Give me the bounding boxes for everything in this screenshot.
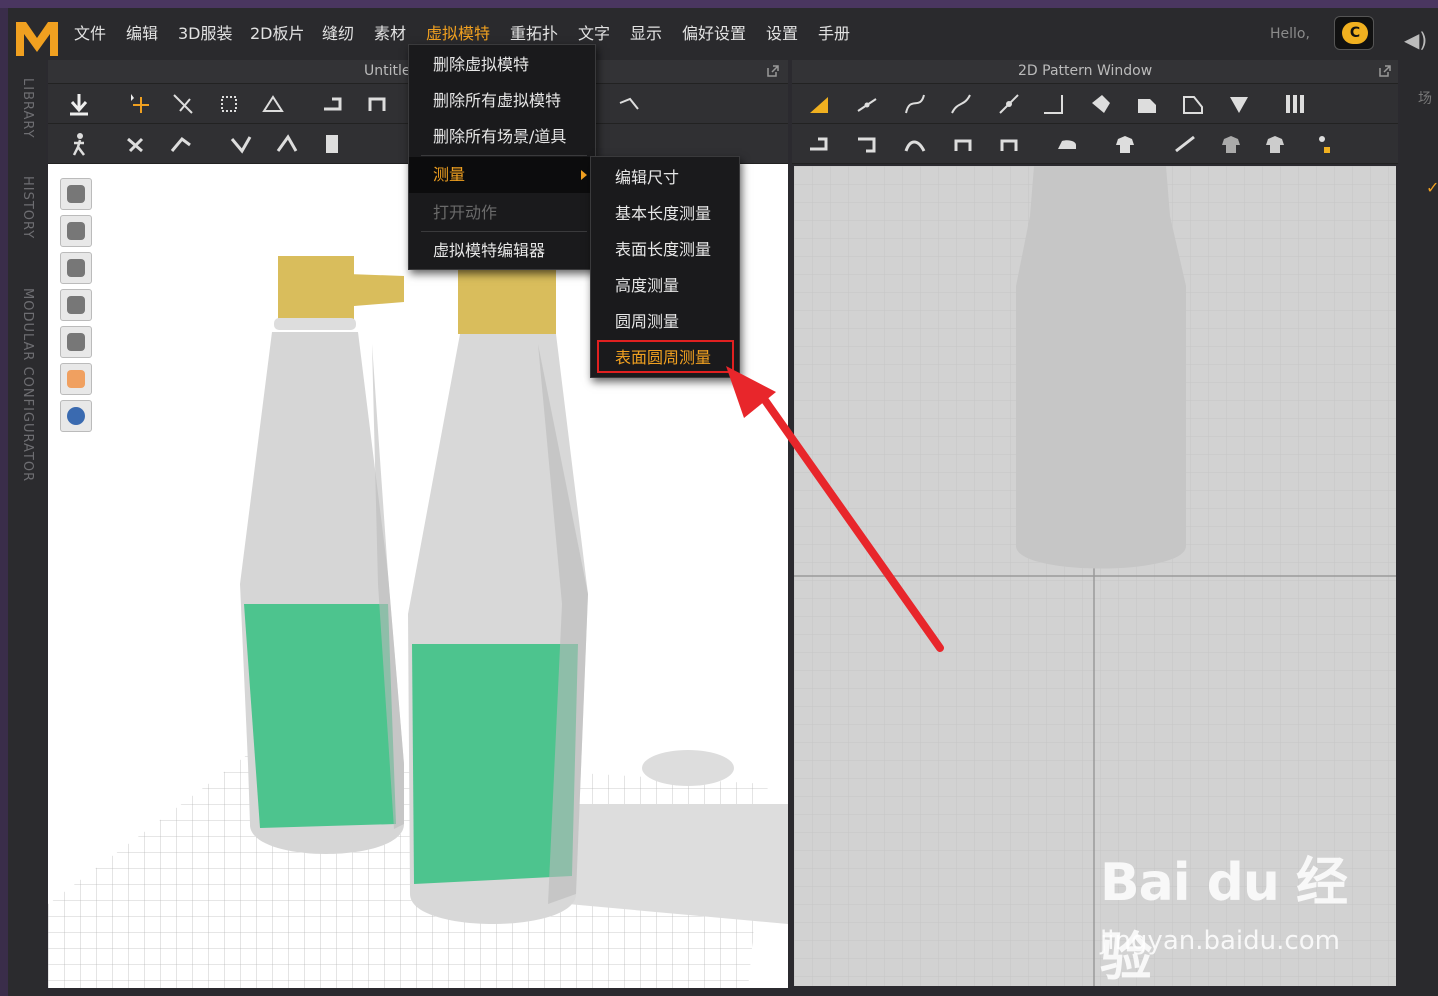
- app-logo-icon: [16, 22, 58, 56]
- fabric-icon[interactable]: [1218, 131, 1244, 157]
- internal-rect-icon[interactable]: [1180, 91, 1206, 117]
- menu-text[interactable]: 文字: [578, 22, 610, 46]
- menu-settings[interactable]: 设置: [766, 22, 798, 46]
- steam-icon[interactable]: [274, 131, 300, 157]
- check-icon: ✓: [1426, 178, 1438, 197]
- menu-preferences[interactable]: 偏好设置: [682, 22, 746, 46]
- menu-display[interactable]: 显示: [630, 22, 662, 46]
- menu-sewing[interactable]: 缝纫: [322, 22, 354, 46]
- seam-link-icon[interactable]: [996, 131, 1022, 157]
- menu-2d-pattern[interactable]: 2D板片: [250, 22, 305, 46]
- menu-item-measure-label: 测量: [433, 165, 466, 184]
- right-panel-label: 场: [1418, 91, 1432, 107]
- right-panel: 场 ✓: [1400, 60, 1438, 996]
- tab-history[interactable]: HISTORY: [20, 176, 35, 239]
- left-vertical-tabs: LIBRARY HISTORY MODULAR CONFIGURATOR: [8, 60, 46, 996]
- avatar-walk-icon[interactable]: [66, 131, 92, 157]
- watermark-url: jingyan.baidu.com: [1100, 926, 1340, 956]
- edit-seam-icon[interactable]: [902, 131, 928, 157]
- measure-icon[interactable]: [616, 91, 642, 117]
- cloud-button[interactable]: C: [1334, 16, 1374, 50]
- menu-item-open-motion: 打开动作: [433, 203, 498, 222]
- menu-item-delete-avatar[interactable]: 删除虚拟模特: [409, 47, 595, 83]
- menu-materials[interactable]: 素材: [374, 22, 406, 46]
- edit-point-icon[interactable]: [854, 91, 880, 117]
- menu-item-delete-all-scenes[interactable]: 删除所有场景/道具: [409, 119, 595, 155]
- baidu-watermark: Bai du 经验 jingyan.baidu.com: [1100, 840, 1380, 988]
- fold-arrange-icon[interactable]: [228, 131, 254, 157]
- submenu-circumference[interactable]: 圆周测量: [591, 304, 739, 340]
- menu-retopology[interactable]: 重拓扑: [510, 22, 558, 46]
- window-left-border: [0, 8, 8, 996]
- texture-icon[interactable]: [1172, 131, 1198, 157]
- dart-icon[interactable]: [1226, 91, 1252, 117]
- add-point-icon[interactable]: [996, 91, 1022, 117]
- tack-icon[interactable]: [122, 131, 148, 157]
- submenu-basic-length[interactable]: 基本长度测量: [591, 196, 739, 232]
- copy-icon[interactable]: [320, 131, 346, 157]
- menu-item-avatar-editor[interactable]: 虚拟模特编辑器: [409, 233, 595, 269]
- free-seam-icon[interactable]: [854, 131, 880, 157]
- user-greeting: Hello,: [1270, 26, 1310, 42]
- menu-separator: [421, 155, 587, 156]
- fold-icon[interactable]: [320, 91, 346, 117]
- select-mesh-icon[interactable]: [170, 91, 196, 117]
- internal-shape-icon[interactable]: [1134, 91, 1160, 117]
- menu-manual[interactable]: 手册: [818, 22, 850, 46]
- pin-icon[interactable]: [168, 131, 194, 157]
- popout-icon[interactable]: [766, 64, 780, 78]
- avatar-dropdown-menu: 删除虚拟模特 删除所有虚拟模特 删除所有场景/道具 测量 打开动作 虚拟模特编辑…: [408, 44, 596, 270]
- menu-bar: 文件 编辑 3D服装 2D板片 缝纫 素材 虚拟模特 重拓扑 文字 显示 偏好设…: [8, 8, 1438, 60]
- show-hide-icon[interactable]: [1310, 131, 1336, 157]
- seam-check-icon[interactable]: [950, 131, 976, 157]
- menu-item-measure[interactable]: 测量: [409, 157, 595, 193]
- select-move-icon[interactable]: [128, 91, 154, 117]
- window-top-border: [0, 0, 1438, 8]
- cloud-icon: C: [1342, 22, 1368, 44]
- tuck-icon[interactable]: [364, 91, 390, 117]
- highlight-box: [597, 340, 734, 373]
- pleat-icon[interactable]: [1284, 91, 1310, 117]
- toolbar-2d-row1: [792, 84, 1398, 124]
- garment-fit-icon[interactable]: [1112, 131, 1138, 157]
- transform-pattern-icon[interactable]: [806, 91, 832, 117]
- edit-curve-icon[interactable]: [902, 91, 928, 117]
- submenu-surface-length[interactable]: 表面长度测量: [591, 232, 739, 268]
- submenu-edit-size[interactable]: 编辑尺寸: [591, 160, 739, 196]
- popout-icon[interactable]: [1378, 64, 1392, 78]
- menu-item-delete-all-avatars[interactable]: 删除所有虚拟模特: [409, 83, 595, 119]
- menu-edit[interactable]: 编辑: [126, 22, 158, 46]
- speaker-icon[interactable]: ◀): [1404, 28, 1427, 52]
- submenu-height[interactable]: 高度测量: [591, 268, 739, 304]
- window-2d-titlebar: 2D Pattern Window: [792, 60, 1398, 84]
- arrow-down-icon[interactable]: [66, 91, 92, 117]
- tab-modular-configurator[interactable]: MODULAR CONFIGURATOR: [20, 288, 35, 482]
- menu-file[interactable]: 文件: [74, 22, 106, 46]
- window-2d-title: 2D Pattern Window: [1018, 63, 1153, 79]
- polygon-icon[interactable]: [1040, 91, 1066, 117]
- transform-icon[interactable]: [260, 91, 286, 117]
- tab-library[interactable]: LIBRARY: [20, 78, 35, 139]
- toolbar-2d-row2: [792, 124, 1398, 164]
- seam-icon[interactable]: [806, 131, 832, 157]
- iron-icon[interactable]: [1054, 131, 1080, 157]
- watermark-logo: Bai du 经验: [1100, 853, 1348, 988]
- curve-point-icon[interactable]: [948, 91, 974, 117]
- box-select-icon[interactable]: [216, 91, 242, 117]
- submenu-arrow-icon: [581, 170, 587, 180]
- menu-3d-garment[interactable]: 3D服装: [178, 22, 233, 46]
- menu-avatar[interactable]: 虚拟模特: [426, 22, 490, 46]
- pattern-icon[interactable]: [1262, 131, 1288, 157]
- rectangle-icon[interactable]: [1088, 91, 1114, 117]
- menu-separator: [421, 231, 587, 232]
